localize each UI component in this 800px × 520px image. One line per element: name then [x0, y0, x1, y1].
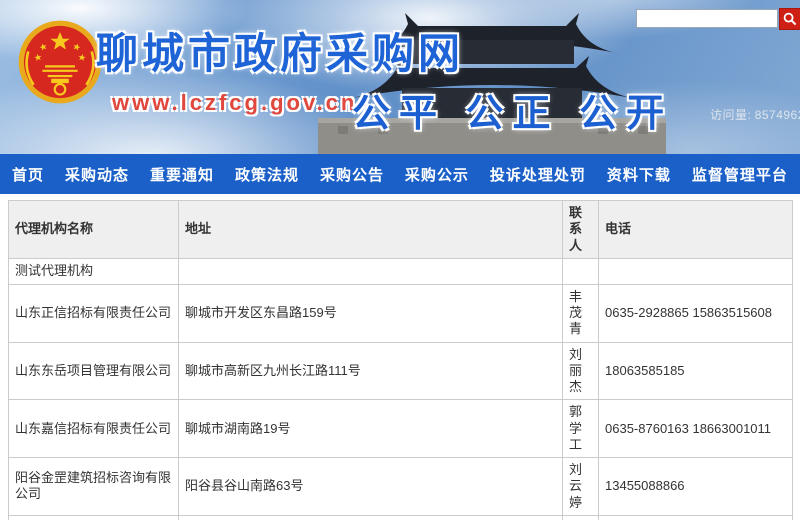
col-header-address: 地址	[179, 201, 563, 259]
agency-address: 临清市红星路中段	[179, 515, 563, 520]
table-row: 山东东岳项目管理有限公司 聊城市高新区九州长江路111号 刘丽杰 1806358…	[9, 342, 793, 400]
agency-name: 山东东岳项目管理有限公司	[9, 342, 179, 400]
nav-item-news[interactable]: 采购动态	[63, 164, 131, 185]
agency-phone: 0635-8760163 18663001011	[599, 400, 793, 458]
agency-phone: 18063585185	[599, 342, 793, 400]
nav-item-downloads[interactable]: 资料下载	[605, 164, 673, 185]
agency-phone	[599, 258, 793, 284]
agency-address: 聊城市湖南路19号	[179, 400, 563, 458]
agency-address	[179, 258, 563, 284]
agency-phone: 13455088866	[599, 458, 793, 516]
nav-item-notices[interactable]: 重要通知	[148, 164, 216, 185]
agency-name: 阳谷金罡建筑招标咨询有限公司	[9, 458, 179, 516]
search-bar	[636, 9, 800, 30]
nav-item-supervision[interactable]: 监督管理平台	[690, 164, 790, 185]
agency-contact: 丰茂青	[563, 284, 599, 342]
agency-phone: 0635-2928865 15863515608	[599, 284, 793, 342]
agency-contact: 刘丽杰	[563, 342, 599, 400]
visit-counter: 访问量: 8574962	[710, 106, 800, 123]
visit-counter-label: 访问量:	[710, 108, 751, 122]
site-title: 聊城市政府采购网	[96, 20, 464, 81]
site-slogan: 公平 公正 公开	[352, 82, 673, 137]
agency-phone: 0635-2323061 18663532655	[599, 515, 793, 520]
search-icon	[783, 12, 797, 26]
table-row: 测试代理机构	[9, 258, 793, 284]
agency-address: 阳谷县谷山南路63号	[179, 458, 563, 516]
agency-name: 测试代理机构	[9, 258, 179, 284]
col-header-contact: 联系人	[563, 201, 599, 259]
agency-name: 山东通力招标有限公司	[9, 515, 179, 520]
nav-item-announcements[interactable]: 采购公告	[318, 164, 386, 185]
col-header-agency-name: 代理机构名称	[9, 201, 179, 259]
site-banner: 聊城市政府采购网 www.lczfcg.gov.cn 公平 公正 公开 访问量:…	[0, 0, 800, 154]
search-input[interactable]	[636, 9, 778, 28]
agency-name: 山东正信招标有限责任公司	[9, 284, 179, 342]
agency-list-section: 代理机构名称 地址 联系人 电话 测试代理机构 山东正信招标有限责任公司 聊城市…	[0, 194, 800, 520]
agency-contact: 于红艳	[563, 515, 599, 520]
nav-item-policies[interactable]: 政策法规	[233, 164, 301, 185]
search-button[interactable]	[779, 8, 800, 30]
col-header-phone: 电话	[599, 201, 793, 259]
table-header-row: 代理机构名称 地址 联系人 电话	[9, 201, 793, 259]
table-row: 山东通力招标有限公司 临清市红星路中段 于红艳 0635-2323061 186…	[9, 515, 793, 520]
agency-table: 代理机构名称 地址 联系人 电话 测试代理机构 山东正信招标有限责任公司 聊城市…	[8, 200, 793, 520]
agency-address: 聊城市开发区东昌路159号	[179, 284, 563, 342]
table-row: 山东正信招标有限责任公司 聊城市开发区东昌路159号 丰茂青 0635-2928…	[9, 284, 793, 342]
table-row: 山东嘉信招标有限责任公司 聊城市湖南路19号 郭学工 0635-8760163 …	[9, 400, 793, 458]
nav-item-complaints[interactable]: 投诉处理处罚	[488, 164, 588, 185]
table-row: 阳谷金罡建筑招标咨询有限公司 阳谷县谷山南路63号 刘云婷 1345508886…	[9, 458, 793, 516]
main-nav: 首页 采购动态 重要通知 政策法规 采购公告 采购公示 投诉处理处罚 资料下载 …	[0, 154, 800, 194]
national-emblem-icon	[16, 18, 104, 106]
agency-contact: 刘云婷	[563, 458, 599, 516]
agency-address: 聊城市高新区九州长江路111号	[179, 342, 563, 400]
visit-counter-value: 8574962	[755, 108, 800, 122]
agency-name: 山东嘉信招标有限责任公司	[9, 400, 179, 458]
agency-contact	[563, 258, 599, 284]
site-url: www.lczfcg.gov.cn	[112, 90, 357, 116]
nav-item-publicity[interactable]: 采购公示	[403, 164, 471, 185]
nav-item-home[interactable]: 首页	[10, 164, 46, 185]
agency-contact: 郭学工	[563, 400, 599, 458]
